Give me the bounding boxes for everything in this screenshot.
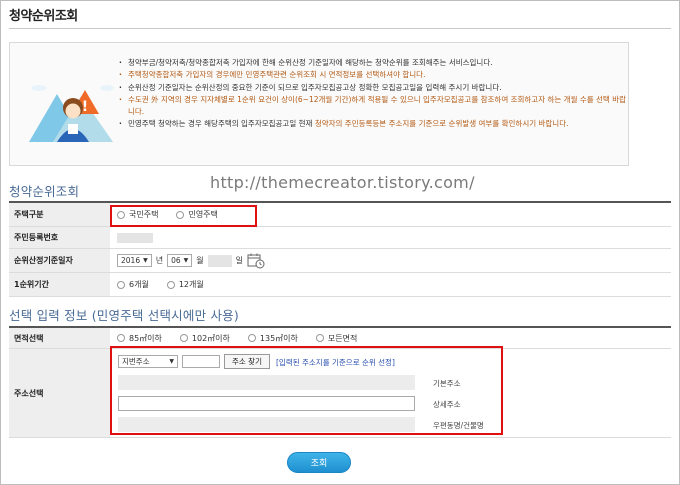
day-unit: 일 [235, 256, 244, 265]
radio-label: 85㎡이하 [129, 333, 162, 343]
radio-area-85[interactable]: 85㎡이하 [117, 333, 162, 344]
annotation-box-housing-type [110, 205, 257, 227]
year-unit: 년 [155, 256, 164, 265]
month-value: 06 [171, 256, 181, 265]
radio-12-months[interactable]: 12개월 [166, 279, 204, 290]
notice-box: ! 청약부금/청약저축/청약종합저축 가입자에 한해 순위산정 기준일자에 해당… [9, 42, 629, 166]
calendar-icon[interactable] [247, 253, 265, 269]
support-agent-illustration: ! [29, 85, 114, 142]
field-label: 주택구분 [9, 203, 110, 226]
notice-item: 수도권 外 지역의 경우 지자체별로 1순위 요건이 상이(6~12개월 기간)… [118, 94, 628, 119]
dropdown-arrow-icon: ▼ [183, 257, 189, 264]
radio-label: 102㎡이하 [191, 333, 230, 343]
dropdown-arrow-icon: ▼ [143, 257, 148, 264]
radio-label: 135㎡이하 [259, 333, 298, 343]
notice-highlight: 청약자의 주민등록등본 주소지를 기준으로 순위발생 여부를 확인하시기 바랍니… [314, 119, 569, 129]
radio-area-all[interactable]: 모든면적 [315, 333, 358, 344]
radio-circle-icon [117, 280, 125, 289]
field-label: 1순위기간 [9, 273, 110, 296]
radio-circle-icon [166, 280, 175, 289]
notice-text: 민영주택 청약하는 경우 해당주택의 입주자모집공고일 현재 [128, 119, 315, 129]
field-label: 주민등록번호 [9, 227, 110, 248]
annotation-box-address [110, 346, 503, 435]
day-input-masked[interactable] [207, 254, 232, 267]
title-divider [9, 28, 671, 29]
radio-circle-icon [117, 334, 125, 342]
page-title: 청약순위조회 [9, 9, 78, 24]
month-select[interactable]: 06 ▼ [167, 254, 193, 267]
row-base-date: 순위산정기준일자 2016 ▼ 년 06 ▼ 월 일 [9, 249, 671, 273]
radio-6-months[interactable]: 6개월 [117, 279, 149, 290]
radio-label: 6개월 [129, 280, 149, 289]
field-label: 순위산정기준일자 [9, 249, 110, 272]
month-unit: 월 [196, 256, 204, 265]
radio-area-135[interactable]: 135㎡이하 [247, 333, 298, 344]
row-housing-type: 주택구분 국민주택 민영주택 [9, 203, 671, 227]
radio-circle-icon [247, 334, 256, 342]
section-title-optional: 선택 입력 정보 (민영주택 선택시에만 사용) [9, 308, 239, 323]
watermark: http://themecreator.tistory.com/ [210, 173, 475, 192]
year-value: 2016 [121, 256, 141, 265]
row-resident-number: 주민등록번호 [9, 227, 671, 249]
resident-number-masked[interactable] [117, 232, 153, 243]
field-label: 주소선택 [9, 349, 110, 437]
radio-area-102[interactable]: 102㎡이하 [179, 333, 230, 344]
submit-button[interactable]: 조회 [287, 452, 351, 473]
radio-circle-icon [315, 334, 324, 342]
radio-label: 12개월 [178, 280, 204, 289]
notice-item: 순위산정 기준일자는 순위산정의 중요한 기준이 되므로 입주자모집공고상 정확… [118, 82, 628, 95]
radio-circle-icon [179, 334, 188, 342]
notice-item: 주택청약종합저축 가입자의 경우에만 민영주택관련 순위조회 시 면적정보를 선… [118, 69, 628, 82]
field-label: 면적선택 [9, 328, 110, 348]
notice-item: 민영주택 청약하는 경우 해당주택의 입주자모집공고일 현재 청약자의 주민등록… [118, 118, 628, 131]
radio-label: 모든면적 [327, 333, 358, 343]
section-title-inquiry: 청약순위조회 [9, 184, 80, 199]
year-select[interactable]: 2016 ▼ [117, 254, 152, 267]
row-first-rank-period: 1순위기간 6개월 12개월 [9, 273, 671, 297]
notice-list: 청약부금/청약저축/청약종합저축 가입자에 한해 순위산정 기준일자에 해당하는… [118, 57, 628, 131]
notice-item: 청약부금/청약저축/청약종합저축 가입자에 한해 순위산정 기준일자에 해당하는… [118, 57, 628, 70]
